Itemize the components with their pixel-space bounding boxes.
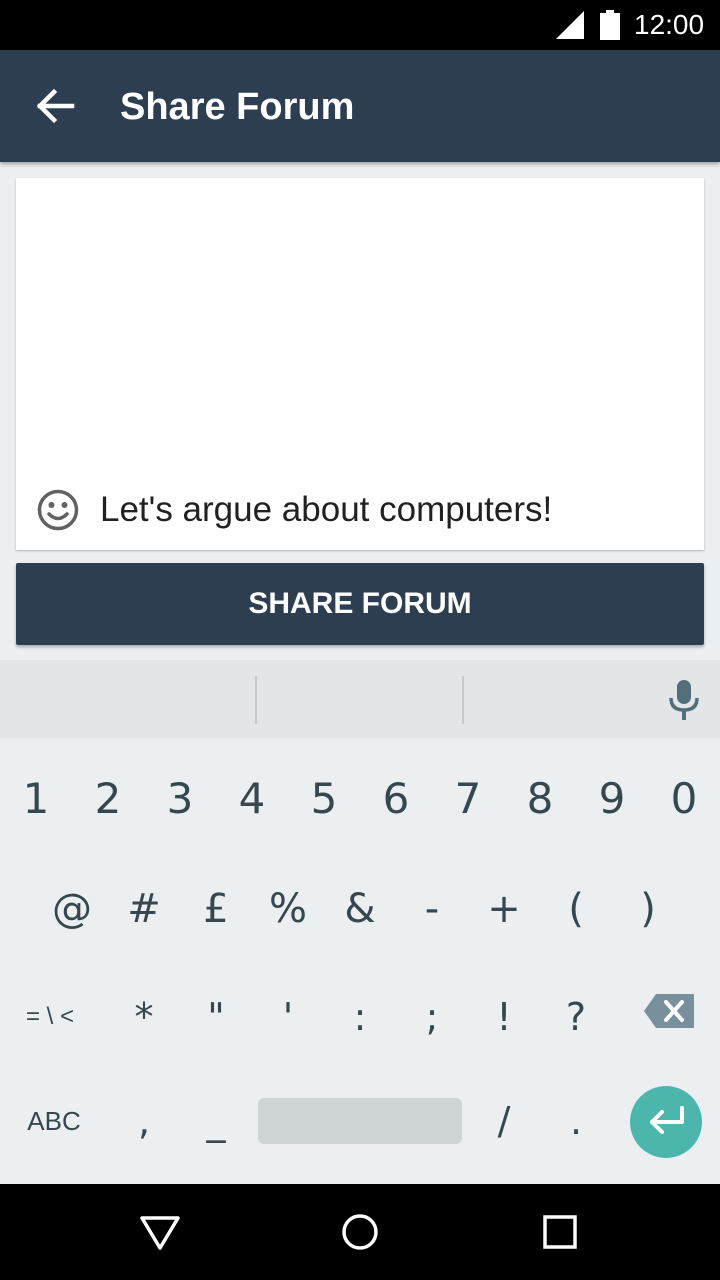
key-pound[interactable]: £	[180, 884, 252, 934]
key-double-quote[interactable]: "	[180, 992, 252, 1042]
key-2[interactable]: 2	[72, 774, 144, 824]
key-semicolon[interactable]: ;	[396, 992, 468, 1042]
key-more-symbols[interactable]: = \ <	[14, 992, 86, 1042]
key-colon[interactable]: :	[324, 992, 396, 1042]
key-slash[interactable]: /	[468, 1096, 540, 1146]
key-right-paren[interactable]: )	[612, 884, 684, 934]
share-forum-button[interactable]: SHARE FORUM	[16, 563, 704, 645]
backspace-icon[interactable]	[644, 994, 694, 1028]
suggestion-divider	[462, 676, 464, 724]
app-bar: Share Forum	[0, 50, 720, 162]
key-period[interactable]: .	[540, 1096, 612, 1146]
key-plus[interactable]: +	[468, 884, 540, 934]
key-6[interactable]: 6	[360, 774, 432, 824]
key-0[interactable]: 0	[648, 774, 720, 824]
home-circle-icon[interactable]	[340, 1212, 380, 1252]
arrow-left-icon[interactable]	[30, 80, 82, 132]
key-underscore[interactable]: _	[180, 1096, 252, 1146]
suggestion-strip	[0, 660, 720, 738]
status-time: 12:00	[634, 9, 705, 40]
microphone-icon[interactable]	[664, 678, 704, 722]
key-hash[interactable]: #	[108, 884, 180, 934]
key-single-quote[interactable]: '	[252, 992, 324, 1042]
key-comma[interactable]: ,	[108, 1096, 180, 1146]
key-9[interactable]: 9	[576, 774, 648, 824]
key-asterisk[interactable]: *	[108, 992, 180, 1042]
spacebar[interactable]	[258, 1098, 462, 1144]
key-ampersand[interactable]: &	[324, 884, 396, 934]
key-question[interactable]: ?	[540, 992, 612, 1042]
forum-card: Let's argue about computers!	[16, 178, 704, 550]
page-title: Share Forum	[120, 86, 355, 128]
key-abc[interactable]: ABC	[18, 1096, 90, 1146]
signal-icon	[556, 11, 584, 39]
key-7[interactable]: 7	[432, 774, 504, 824]
key-4[interactable]: 4	[216, 774, 288, 824]
keyboard: 1 2 3 4 5 6 7 8 9 0 @ # £ % & - + ( ) = …	[0, 738, 720, 1184]
forum-description: Let's argue about computers!	[100, 490, 553, 529]
key-at[interactable]: @	[36, 884, 108, 934]
back-triangle-icon[interactable]	[138, 1212, 182, 1252]
status-bar: 12:00	[0, 0, 720, 50]
key-left-paren[interactable]: (	[540, 884, 612, 934]
key-percent[interactable]: %	[252, 884, 324, 934]
key-exclamation[interactable]: !	[468, 992, 540, 1042]
recents-square-icon[interactable]	[542, 1214, 578, 1250]
key-5[interactable]: 5	[288, 774, 360, 824]
smiley-face-icon	[37, 489, 79, 531]
key-3[interactable]: 3	[144, 774, 216, 824]
battery-icon	[600, 10, 620, 40]
enter-icon	[650, 1106, 684, 1134]
key-1[interactable]: 1	[0, 774, 72, 824]
navigation-bar	[0, 1184, 720, 1280]
key-8[interactable]: 8	[504, 774, 576, 824]
suggestion-divider	[255, 676, 257, 724]
key-minus[interactable]: -	[396, 884, 468, 934]
enter-button[interactable]	[630, 1086, 702, 1158]
